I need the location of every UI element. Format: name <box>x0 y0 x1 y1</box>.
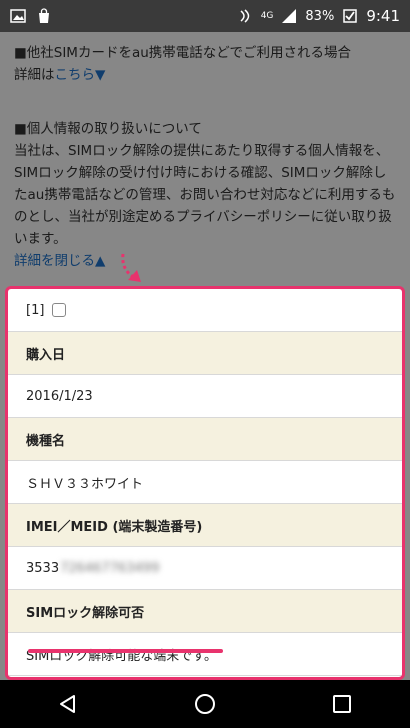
shopping-bag-icon <box>39 8 49 23</box>
privacy-body: 当社は、SIMロック解除の提供にあたり取得する個人情報を、SIMロック解除の受け… <box>14 143 396 247</box>
purchase-date-label: 購入日 <box>26 347 66 363</box>
purchase-date-header: 購入日 <box>8 332 402 375</box>
image-notification-icon <box>10 9 26 23</box>
purchase-date-value: 2016/1/23 <box>26 388 93 404</box>
imei-label: IMEI／MEID (端末製造番号) <box>26 519 203 535</box>
model-value: ＳＨＶ３３ホワイト <box>26 476 144 492</box>
highlight-underline <box>28 649 223 653</box>
imei-visible: 3533 <box>26 560 60 576</box>
model-header: 機種名 <box>8 418 402 461</box>
recents-square-icon <box>332 695 351 713</box>
notice-details: 詳細はこちら▼ <box>14 64 396 86</box>
system-status: 4G 83% 9:41 <box>237 7 400 25</box>
sim-status-value: SIMロック解除可能な端末です。 <box>26 648 218 664</box>
notification-icons <box>10 8 52 24</box>
purchase-date-row: 2016/1/23 <box>8 375 402 418</box>
home-button[interactable] <box>185 684 225 724</box>
home-circle-icon <box>194 694 215 714</box>
index-label: [1] <box>26 302 45 318</box>
imei-row: 3533 726467763499 <box>8 547 402 590</box>
battery-percent: 83% <box>305 8 335 24</box>
privacy-section: ■個人情報の取り扱いについて 当社は、SIMロック解除の提供にあたり取得する個人… <box>14 118 396 272</box>
model-row: ＳＨＶ３３ホワイト <box>8 461 402 504</box>
status-bar: 4G 83% 9:41 <box>0 0 410 32</box>
imei-blurred: 726467763499 <box>60 560 160 576</box>
model-label: 機種名 <box>26 433 66 449</box>
battery-icon <box>343 9 358 23</box>
recents-button[interactable] <box>322 684 362 724</box>
details-link[interactable]: こちら▼ <box>55 67 106 83</box>
clock: 9:41 <box>366 7 400 25</box>
sim-status-row: SIMロック解除可能な端末です。 <box>8 633 402 676</box>
select-checkbox[interactable] <box>52 303 67 317</box>
privacy-heading: ■個人情報の取り扱いについて <box>14 121 202 137</box>
back-button[interactable] <box>48 684 88 724</box>
signal-icon <box>282 9 297 23</box>
sim-status-label: SIMロック解除可否 <box>26 605 145 621</box>
nfc-icon <box>240 9 249 23</box>
sim-unlock-result-table: [1] 購入日 2016/1/23 機種名 ＳＨＶ３３ホワイト IMEI／MEI… <box>5 286 405 680</box>
imei-header: IMEI／MEID (端末製造番号) <box>8 504 402 547</box>
other-sim-notice: ■他社SIMカードをau携帯電話などでご利用される場合 詳細はこちら▼ <box>14 42 396 86</box>
pointer-arrow-icon <box>121 253 141 282</box>
index-row: [1] <box>8 289 402 332</box>
sim-status-header: SIMロック解除可否 <box>8 590 402 633</box>
navigation-bar <box>0 680 410 728</box>
network-type: 4G <box>260 11 274 21</box>
close-details-link[interactable]: 詳細を閉じる▲ <box>14 250 396 272</box>
notice-text: ■他社SIMカードをau携帯電話などでご利用される場合 <box>14 45 352 61</box>
back-triangle-icon <box>60 695 76 713</box>
page-content: ■他社SIMカードをau携帯電話などでご利用される場合 詳細はこちら▼ ■個人情… <box>0 32 410 680</box>
details-prefix: 詳細は <box>14 67 55 83</box>
